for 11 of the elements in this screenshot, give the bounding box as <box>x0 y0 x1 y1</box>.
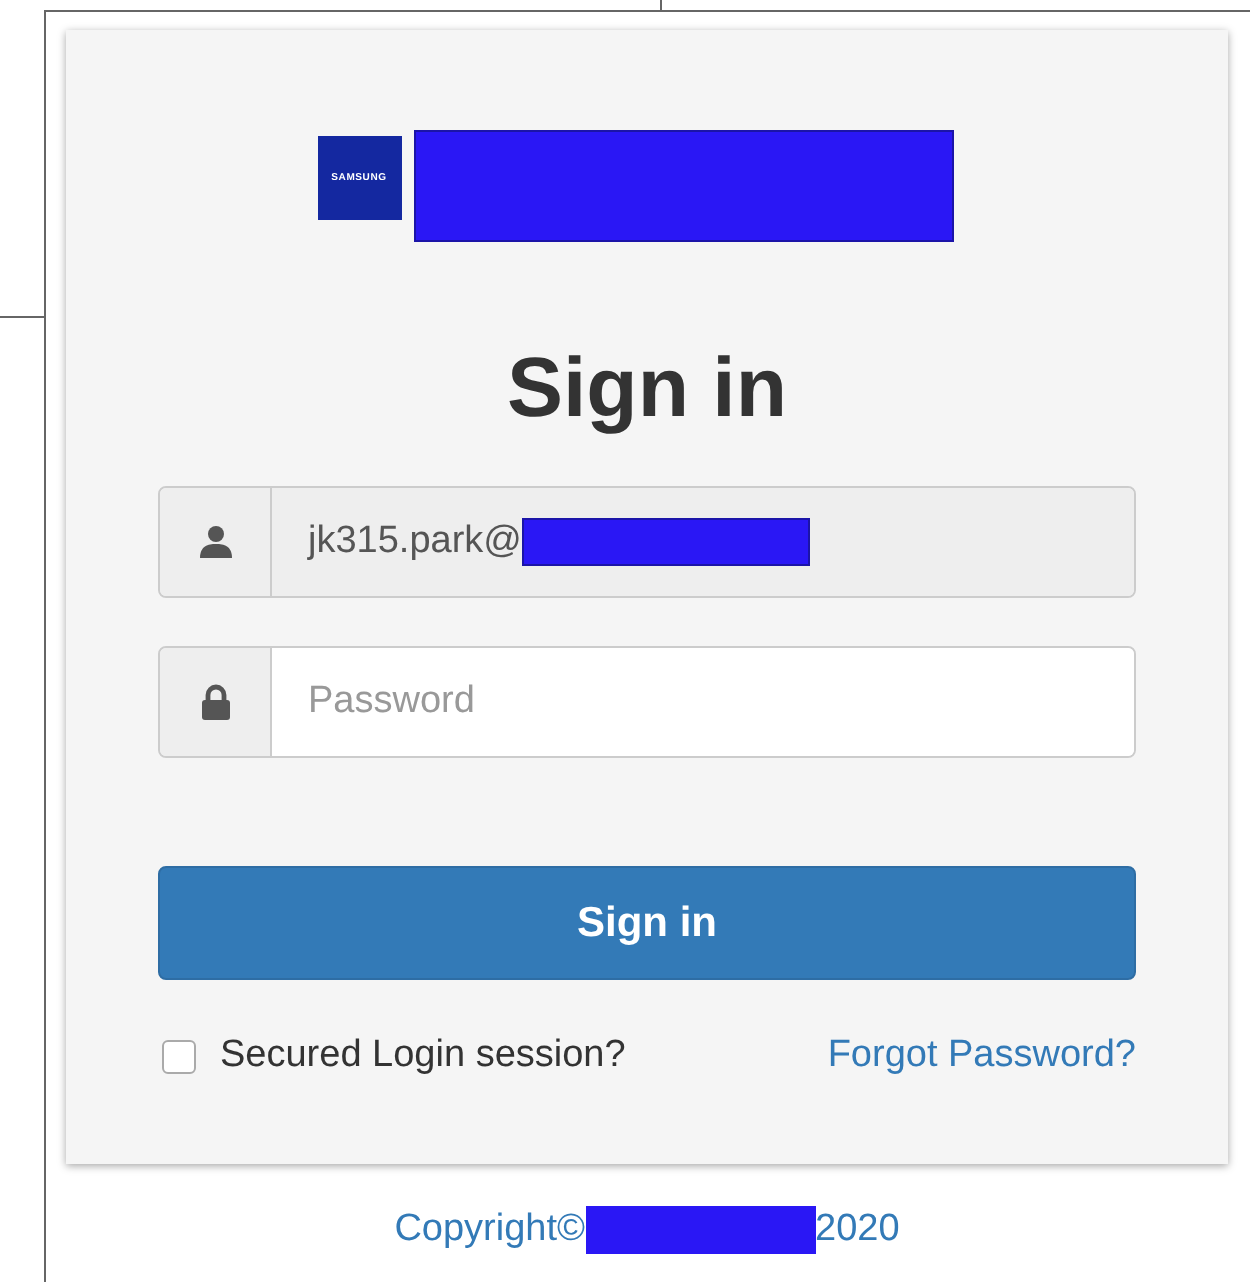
checkbox[interactable] <box>162 1039 196 1073</box>
checkbox-label: Secured Login session? <box>220 1034 626 1078</box>
sign-in-button[interactable]: Sign in <box>158 866 1136 980</box>
password-field[interactable]: Password <box>158 646 1136 758</box>
forgot-password-link[interactable]: Forgot Password? <box>827 1034 1136 1078</box>
copyright-text: Copyright© <box>394 1208 586 1252</box>
username-field[interactable]: jk315.park@ <box>158 486 1136 598</box>
copyright-year: 2020 <box>815 1208 900 1252</box>
page-title: Sign in <box>505 338 789 438</box>
user-icon <box>197 524 233 560</box>
lock-icon <box>197 684 233 720</box>
